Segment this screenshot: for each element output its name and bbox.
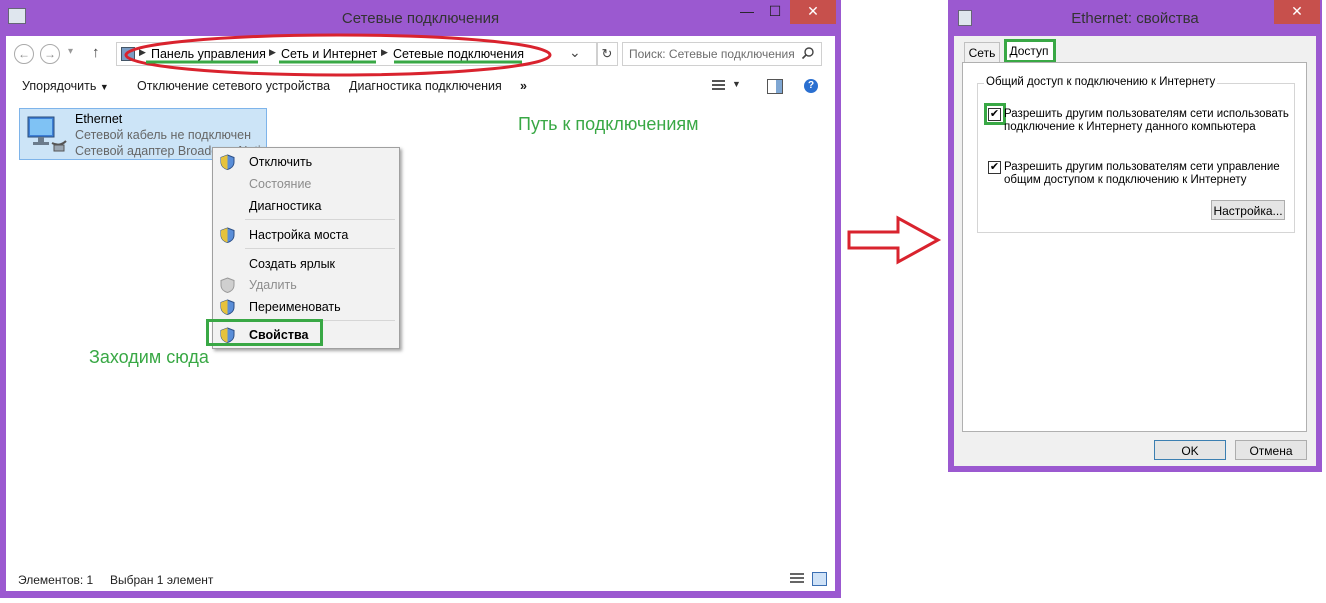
- menu-item-disable[interactable]: Отключить: [213, 151, 399, 173]
- up-icon[interactable]: ↑: [92, 44, 100, 61]
- ics-group: Общий доступ к подключению к Интернету ✔…: [977, 76, 1295, 233]
- allow-sharing-label: Разрешить другим пользователям сети испо…: [1004, 108, 1289, 133]
- status-selected: Выбран 1 элемент: [110, 573, 214, 587]
- menu-item-diagnose[interactable]: Диагностика: [213, 195, 399, 217]
- properties-dialog: Ethernet: свойства ✕ Сеть Доступ Общий д…: [948, 0, 1322, 472]
- menu-item-rename[interactable]: Переименовать: [213, 296, 399, 318]
- menu-label: Переименовать: [249, 300, 341, 314]
- chevron-down-icon: ▼: [99, 82, 109, 92]
- dialog-close-button[interactable]: ✕: [1274, 0, 1320, 24]
- dialog-titlebar[interactable]: Ethernet: свойства ✕: [948, 0, 1322, 36]
- refresh-icon[interactable]: ↻: [596, 42, 618, 66]
- menu-label: Диагностика: [249, 199, 322, 213]
- back-icon[interactable]: ←: [14, 44, 34, 64]
- minimize-button[interactable]: —: [734, 0, 760, 24]
- menu-item-status[interactable]: Состояние: [213, 173, 399, 195]
- organize-label: Упорядочить: [22, 79, 97, 93]
- explorer-titlebar[interactable]: Сетевые подключения — ☐ ✕: [0, 0, 841, 36]
- sharing-tab-panel: Общий доступ к подключению к Интернету ✔…: [962, 62, 1307, 432]
- uac-shield-icon: [220, 299, 235, 315]
- navigation-bar: ← → ▾ ↑ ▶ Панель управления ▶ Сеть и Инт…: [6, 33, 835, 77]
- annotation-arrow-icon: [847, 215, 942, 265]
- menu-label: Отключить: [249, 155, 313, 169]
- allow-control-checkbox[interactable]: ✔: [988, 161, 1001, 174]
- menu-item-delete[interactable]: Удалить: [213, 274, 399, 296]
- view-options-icon[interactable]: ▼: [712, 79, 741, 93]
- preview-pane-icon[interactable]: [767, 79, 783, 94]
- details-view-icon[interactable]: [790, 573, 804, 585]
- cancel-button[interactable]: Отмена: [1235, 440, 1307, 460]
- menu-label: Настройка моста: [249, 228, 349, 242]
- large-icons-view-icon[interactable]: [812, 572, 827, 586]
- allow-control-label: Разрешить другим пользователям сети упра…: [1004, 161, 1280, 186]
- network-adapter-icon: [27, 116, 67, 152]
- search-input[interactable]: Поиск: Сетевые подключения: [622, 42, 822, 66]
- menu-item-bridge[interactable]: Настройка моста: [213, 224, 399, 246]
- address-history-icon[interactable]: ⌄: [569, 44, 581, 61]
- forward-icon[interactable]: →: [40, 44, 60, 64]
- diagnose-button[interactable]: Диагностика подключения: [349, 79, 502, 93]
- item-status: Сетевой кабель не подключен: [75, 128, 251, 142]
- menu-separator: [245, 248, 395, 249]
- menu-separator: [245, 219, 395, 220]
- disable-device-button[interactable]: Отключение сетевого устройства: [137, 79, 330, 93]
- group-label: Общий доступ к подключению к Интернету: [984, 76, 1218, 88]
- tab-network[interactable]: Сеть: [964, 42, 1000, 63]
- uac-shield-icon: [220, 277, 235, 293]
- item-name: Ethernet: [75, 112, 123, 126]
- dialog-title: Ethernet: свойства: [1071, 10, 1199, 27]
- uac-shield-icon: [220, 154, 235, 170]
- close-button[interactable]: ✕: [790, 0, 836, 24]
- uac-shield-icon: [220, 227, 235, 243]
- explorer-window: Сетевые подключения — ☐ ✕ ← → ▾ ↑ ▶ Пане…: [0, 0, 841, 598]
- explorer-client: ← → ▾ ↑ ▶ Панель управления ▶ Сеть и Инт…: [6, 33, 835, 591]
- menu-label: Состояние: [249, 177, 312, 191]
- search-icon[interactable]: [801, 46, 815, 60]
- maximize-button[interactable]: ☐: [762, 0, 788, 24]
- menu-item-shortcut[interactable]: Создать ярлык: [213, 253, 399, 275]
- annotation-highlight-checkbox: [984, 103, 1006, 125]
- organize-button[interactable]: Упорядочить ▼: [22, 79, 109, 93]
- command-bar: Упорядочить ▼ Отключение сетевого устрой…: [6, 74, 835, 100]
- annotation-highlight-properties: [206, 319, 323, 346]
- annotation-go-here-label: Заходим сюда: [89, 347, 209, 367]
- recent-dropdown-icon[interactable]: ▾: [68, 46, 73, 57]
- annotation-highlight-tab: [1004, 39, 1056, 63]
- help-icon[interactable]: ?: [804, 79, 818, 93]
- more-commands-button[interactable]: »: [520, 79, 527, 93]
- ok-button[interactable]: OK: [1154, 440, 1226, 460]
- settings-button[interactable]: Настройка...: [1211, 200, 1285, 220]
- window-title: Сетевые подключения: [341, 10, 500, 27]
- dialog-client: Сеть Доступ Общий доступ к подключению к…: [954, 36, 1316, 466]
- status-item-count: Элементов: 1: [18, 573, 94, 587]
- search-placeholder: Поиск: Сетевые подключения: [629, 47, 795, 61]
- annotation-path-label: Путь к подключениям: [518, 114, 699, 134]
- menu-label: Удалить: [249, 278, 297, 292]
- annotation-ellipse: [124, 33, 552, 77]
- menu-label: Создать ярлык: [249, 257, 336, 271]
